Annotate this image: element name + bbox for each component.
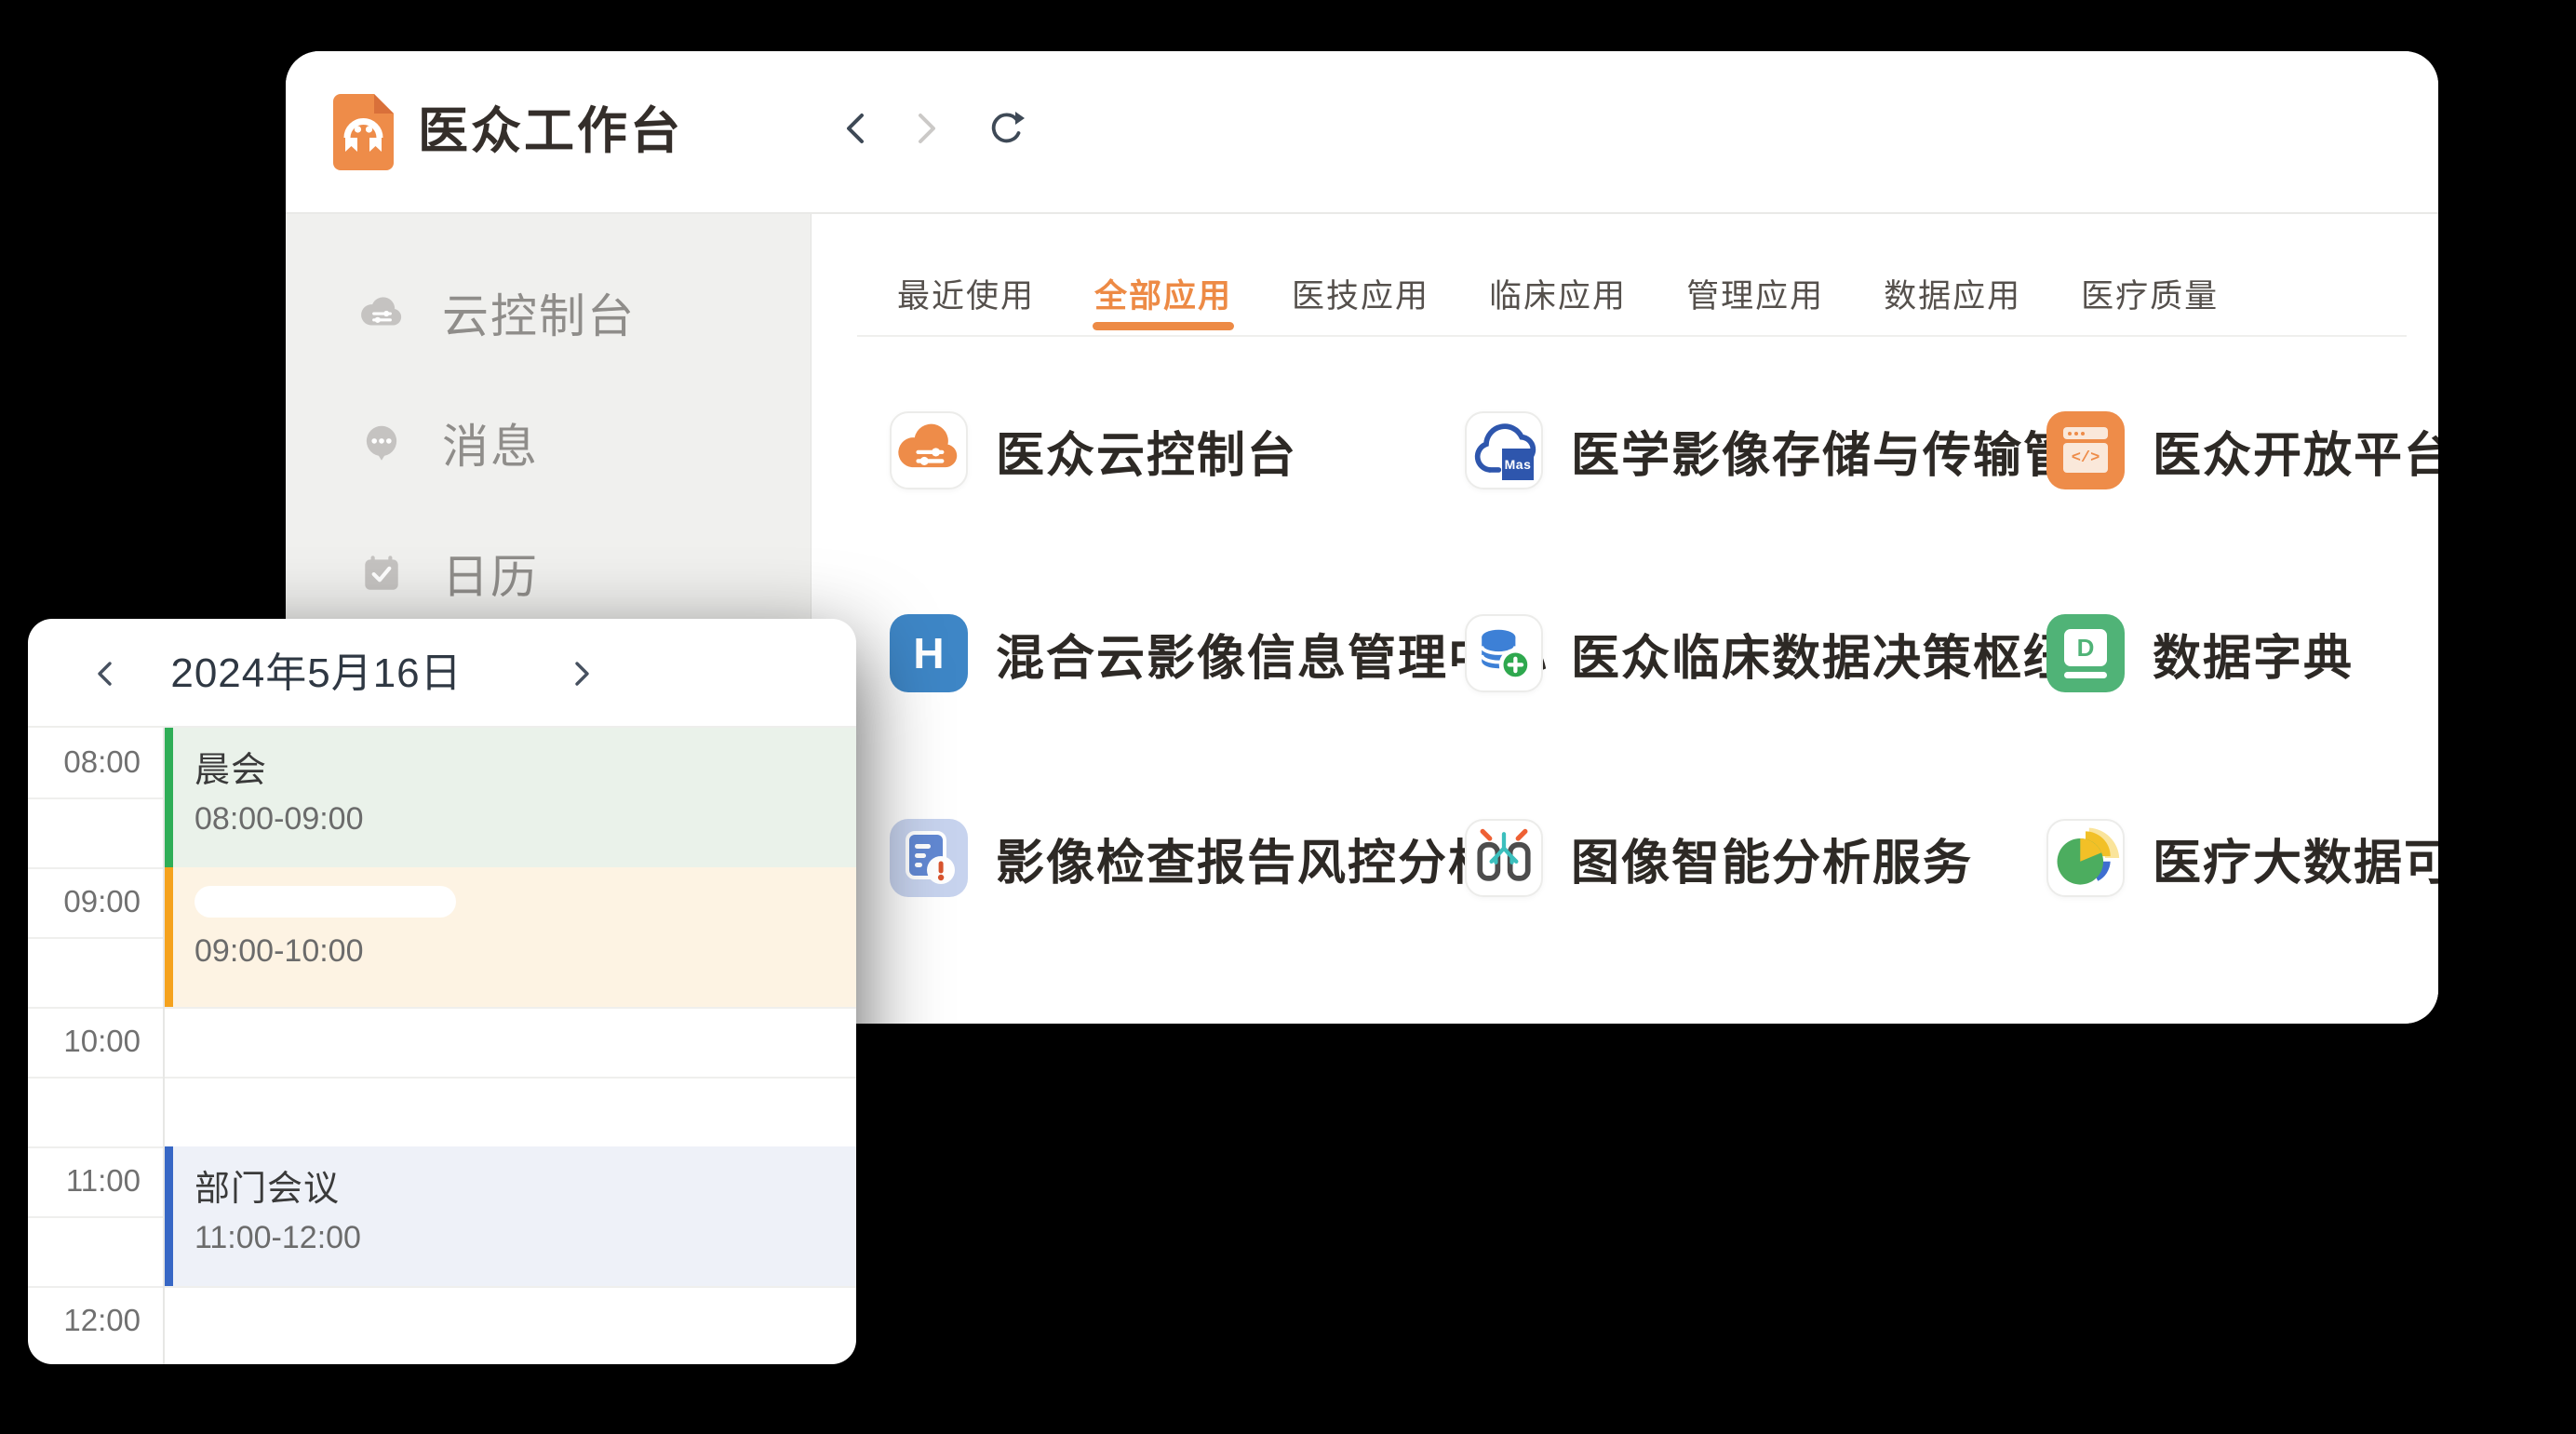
redacted-title-pill [195,886,456,918]
app-label: 影像检查报告风控分析 [996,824,1498,893]
app-label: 医众开放平台 [2153,416,2438,486]
event-color-bar [165,1146,173,1286]
time-label: 09:00 [28,884,141,919]
calendar-check-icon [358,550,405,596]
code-glyph: </> [2063,443,2108,473]
sidebar-item-label: 日历 [442,540,539,607]
tab-all-apps[interactable]: 全部应用 [1094,270,1232,317]
calendar-event-redacted[interactable]: 09:00-10:00 [165,867,856,1007]
calendar-grid: 08:00 09:00 10:00 11:00 12:00 晨会 08:00-0… [28,728,856,1364]
event-color-bar [165,728,173,867]
mas-cloud-icon: Mas [1465,411,1543,489]
calendar-next-button[interactable] [560,653,601,694]
app-cloud-console[interactable]: 医众云控制台 [890,411,1297,489]
icon-letter: D [2064,629,2107,666]
tab-management[interactable]: 管理应用 [1686,270,1824,317]
message-bubble-icon [358,420,405,466]
app-report-risk-analysis[interactable]: 影像检查报告风控分析 [890,819,1498,897]
app-label: 医众云控制台 [996,416,1297,486]
app-label: 数据字典 [2153,619,2354,689]
event-time: 11:00-12:00 [195,1220,856,1256]
clinical-data-hub-icon [1465,614,1543,692]
back-button[interactable] [837,108,878,149]
event-color-bar [165,867,173,1007]
calendar-prev-button[interactable] [86,653,127,694]
sidebar-item-calendar[interactable]: 日历 [286,530,811,616]
app-hybrid-cloud-center[interactable]: H 混合云影像信息管理中心 [890,614,1549,692]
refresh-button[interactable] [986,108,1026,149]
tab-label: 全部应用 [1094,278,1232,315]
tab-recent[interactable]: 最近使用 [897,270,1035,317]
app-label: 医众临床数据决策枢纽 [1571,619,2073,689]
gridline [28,1007,856,1009]
page-title: 医众工作台 [418,51,683,212]
active-tab-underline [1093,322,1234,330]
tab-clinical[interactable]: 临床应用 [1489,270,1627,317]
sidebar-item-label: 云控制台 [442,279,636,346]
cloud-settings-icon [358,289,405,336]
pie-chart-icon [2046,819,2125,897]
tab-medtech[interactable]: 医技应用 [1292,270,1429,317]
time-label: 10:00 [28,1024,141,1059]
time-label: 11:00 [28,1163,141,1199]
tab-data[interactable]: 数据应用 [1884,270,2021,317]
time-label: 12:00 [28,1303,141,1338]
event-title: 部门会议 [195,1159,856,1211]
report-risk-icon [890,819,968,897]
sidebar-item-cloud-console[interactable]: 云控制台 [286,270,811,355]
app-big-data-visualization[interactable]: 医疗大数据可视化 [2046,819,2438,897]
app-open-platform[interactable]: </> 医众开放平台 [2046,411,2438,489]
header-divider [286,212,2438,214]
tab-quality[interactable]: 医疗质量 [2081,270,2219,317]
event-time: 09:00-10:00 [195,933,856,970]
icon-letter: H [890,614,968,692]
lungs-ai-icon [1465,819,1543,897]
app-label: 医学影像存储与传输管理 [1571,416,2124,486]
tab-divider [857,335,2407,337]
cloud-console-icon [890,411,968,489]
forward-button[interactable] [905,108,946,149]
calendar-event-morning-meeting[interactable]: 晨会 08:00-09:00 [165,728,856,867]
gridline [28,1286,856,1288]
app-logo-icon [333,94,394,170]
data-dictionary-icon: D [2046,614,2125,692]
event-title: 晨会 [195,741,856,792]
sidebar-item-messages[interactable]: 消息 [286,400,811,486]
mas-badge: Mas [1502,449,1534,480]
content-area: 最近使用 全部应用 医技应用 临床应用 管理应用 数据应用 医疗质量 [812,214,2438,1024]
app-label: 医疗大数据可视化 [2153,824,2438,893]
sidebar-item-label: 消息 [442,409,539,476]
tab-bar: 最近使用 全部应用 医技应用 临床应用 管理应用 数据应用 医疗质量 [812,214,2438,337]
calendar-panel: 2024年5月16日 08:00 09:00 10:00 11:00 12:00… [28,619,856,1364]
time-label: 08:00 [28,744,141,780]
app-label: 图像智能分析服务 [1571,824,1973,893]
app-data-dictionary[interactable]: D 数据字典 [2046,614,2354,692]
window-header: 医众工作台 [286,51,2438,212]
hybrid-cloud-icon: H [890,614,968,692]
app-image-ai-service[interactable]: 图像智能分析服务 [1465,819,1973,897]
calendar-date-title: 2024年5月16日 [158,619,475,728]
open-platform-icon: </> [2046,411,2125,489]
gridline [28,1077,856,1079]
app-clinical-data-hub[interactable]: 医众临床数据决策枢纽 [1465,614,2073,692]
app-image-storage[interactable]: Mas 医学影像存储与传输管理 [1465,411,2124,489]
event-time: 08:00-09:00 [195,801,856,838]
calendar-header: 2024年5月16日 [28,619,856,728]
calendar-event-department-meeting[interactable]: 部门会议 11:00-12:00 [165,1146,856,1286]
